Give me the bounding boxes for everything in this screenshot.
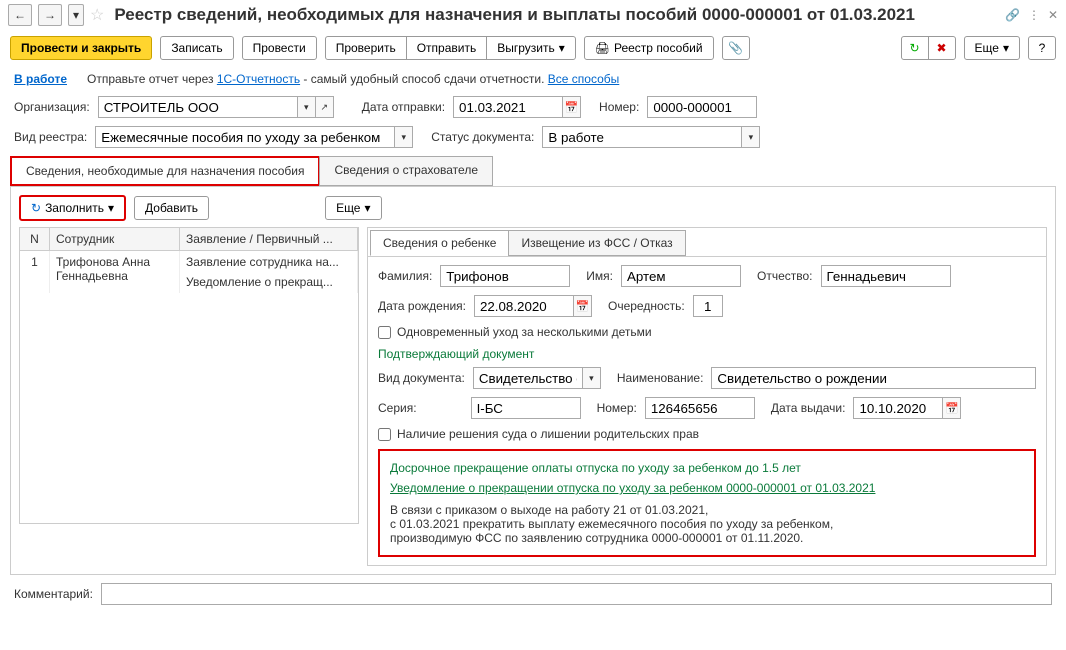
court-checkbox[interactable] (378, 428, 391, 441)
col-employee[interactable]: Сотрудник (50, 228, 180, 250)
firstname-label: Имя: (586, 269, 613, 283)
order-input[interactable] (693, 295, 723, 317)
org-label: Организация: (14, 100, 90, 114)
birthdate-input[interactable] (474, 295, 574, 317)
attach-button[interactable]: 📎 (722, 36, 750, 60)
registry-button[interactable]: 🖨 Реестр пособий (584, 36, 714, 60)
more-button[interactable]: Еще ▾ (964, 36, 1020, 60)
export-button[interactable]: Выгрузить ▾ (486, 36, 576, 60)
post-and-close-button[interactable]: Провести и закрыть (10, 36, 152, 60)
calendar-icon (576, 300, 590, 313)
window-title: Реестр сведений, необходимых для назначе… (114, 5, 999, 25)
lastname-label: Фамилия: (378, 269, 432, 283)
nav-forward[interactable]: → (38, 4, 62, 26)
middlename-label: Отчество: (757, 269, 813, 283)
close-icon[interactable]: ✕ (1048, 8, 1058, 22)
check-button[interactable]: Проверить (325, 36, 407, 60)
reg-type-input[interactable] (95, 126, 395, 148)
send-date-calendar[interactable] (563, 96, 581, 118)
termination-doc-link[interactable]: Уведомление о прекращении отпуска по ухо… (390, 481, 1024, 495)
link-icon[interactable]: 🔗 (1005, 8, 1020, 22)
org-dropdown[interactable]: ▾ (298, 96, 316, 118)
termination-title: Досрочное прекращение оплаты отпуска по … (390, 461, 1024, 475)
multi-care-label: Одновременный уход за несколькими детьми (397, 325, 652, 339)
status-link[interactable]: В работе (14, 72, 67, 86)
help-button[interactable]: ? (1028, 36, 1056, 60)
nav-history-dropdown[interactable]: ▾ (68, 4, 84, 26)
calendar-icon (565, 101, 579, 114)
refresh-icon: ↻ (910, 41, 920, 55)
issue-calendar[interactable] (943, 397, 961, 419)
middlename-input[interactable] (821, 265, 951, 287)
doc-status-dropdown[interactable]: ▾ (742, 126, 760, 148)
reg-type-dropdown[interactable]: ▾ (395, 126, 413, 148)
subtab-child-info[interactable]: Сведения о ребенке (370, 230, 509, 256)
cancel-icon: ✖ (937, 41, 947, 55)
org-open[interactable]: ↗ (316, 96, 334, 118)
send-hint: Отправьте отчет через 1С-Отчетность - са… (87, 72, 619, 86)
confirm-doc-section: Подтверждающий документ (378, 347, 1036, 361)
send-button[interactable]: Отправить (406, 36, 488, 60)
doc-type-input[interactable] (473, 367, 583, 389)
termination-text: В связи с приказом о выходе на работу 21… (390, 503, 1024, 545)
doc-status-input[interactable] (542, 126, 742, 148)
number-input[interactable] (647, 96, 757, 118)
docnum-input[interactable] (645, 397, 755, 419)
send-date-input[interactable] (453, 96, 563, 118)
fill-arrow-icon (31, 201, 41, 215)
table-row[interactable]: 1 Трифонова Анна Геннадьевна Заявление с… (20, 251, 358, 293)
comment-input[interactable] (101, 583, 1052, 605)
reporting-link[interactable]: 1С-Отчетность (217, 72, 300, 86)
lastname-input[interactable] (440, 265, 570, 287)
number-label: Номер: (599, 100, 639, 114)
employee-grid[interactable]: N Сотрудник Заявление / Первичный ... 1 … (19, 227, 359, 524)
tab-info-for-benefit[interactable]: Сведения, необходимые для назначения пос… (10, 156, 320, 186)
reg-type-label: Вид реестра: (14, 130, 87, 144)
docnum-label: Номер: (597, 401, 637, 415)
issue-date-input[interactable] (853, 397, 943, 419)
paperclip-icon: 📎 (728, 41, 743, 55)
tab-insurer-info[interactable]: Сведения о страхователе (319, 156, 493, 186)
doc-type-label: Вид документа: (378, 371, 465, 385)
doc-type-dropdown[interactable]: ▾ (583, 367, 601, 389)
series-label: Серия: (378, 401, 417, 415)
doc-name-input[interactable] (711, 367, 1036, 389)
post-button[interactable]: Провести (242, 36, 317, 60)
org-input[interactable] (98, 96, 298, 118)
issue-label: Дата выдачи: (771, 401, 846, 415)
doc-status-label: Статус документа: (431, 130, 534, 144)
cancel-button[interactable]: ✖ (928, 36, 956, 60)
menu-icon[interactable]: ⋮ (1028, 8, 1040, 22)
series-input[interactable] (471, 397, 581, 419)
subtab-fss-notice[interactable]: Извещение из ФСС / Отказ (508, 230, 685, 256)
send-date-label: Дата отправки: (362, 100, 445, 114)
add-button[interactable]: Добавить (134, 196, 209, 220)
nav-back[interactable]: ← (8, 4, 32, 26)
favorite-star-icon[interactable]: ☆ (90, 5, 104, 25)
refresh-button[interactable]: ↻ (901, 36, 929, 60)
all-methods-link[interactable]: Все способы (548, 72, 620, 86)
birthdate-calendar[interactable] (574, 295, 592, 317)
calendar-icon (945, 402, 959, 415)
termination-block: Досрочное прекращение оплаты отпуска по … (378, 449, 1036, 557)
printer-icon: 🖨 (595, 41, 610, 55)
multi-care-checkbox[interactable] (378, 326, 391, 339)
doc-name-label: Наименование: (617, 371, 704, 385)
fill-button[interactable]: Заполнить ▾ (19, 195, 126, 221)
comment-label: Комментарий: (14, 587, 93, 601)
court-label: Наличие решения суда о лишении родительс… (397, 427, 699, 441)
col-number[interactable]: N (20, 228, 50, 250)
inner-more-button[interactable]: Еще ▾ (325, 196, 381, 220)
col-statement[interactable]: Заявление / Первичный ... (180, 228, 358, 250)
order-label: Очередность: (608, 299, 685, 313)
firstname-input[interactable] (621, 265, 741, 287)
birthdate-label: Дата рождения: (378, 299, 466, 313)
save-button[interactable]: Записать (160, 36, 233, 60)
